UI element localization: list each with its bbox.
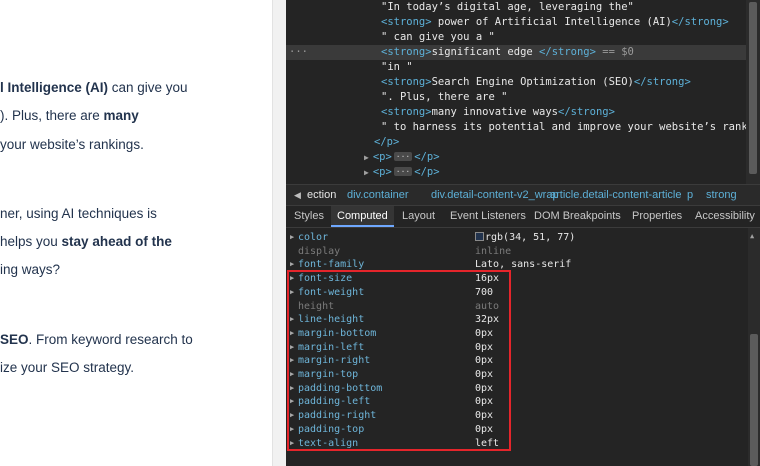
sidebar-tabs: Styles Computed Layout Event Listeners D… [286, 206, 760, 228]
more-actions-icon[interactable]: ··· [289, 45, 308, 60]
breadcrumb-div-detail-wrap[interactable]: div.detail-content-v2_wrap [431, 185, 559, 205]
prop-value-text: rgb(34, 51, 77) [485, 232, 576, 243]
dom-p-node[interactable]: ▶ <p> ··· </p> [286, 165, 746, 180]
dom-text-node[interactable]: " can give you a " [286, 30, 746, 45]
dom-close-p[interactable]: </p> [286, 135, 746, 150]
scroll-up-icon[interactable]: ▲ [750, 232, 754, 240]
article-line-4: ner, using AI techniques is [0, 206, 157, 221]
dom-text-node[interactable]: " to harness its potential and improve y… [286, 120, 760, 135]
collapsed-ellipsis-icon[interactable]: ··· [393, 167, 413, 176]
article-line-2: ). Plus, there are many [0, 108, 139, 123]
collapsed-ellipsis-icon[interactable]: ··· [393, 152, 413, 161]
article-line-3: your website’s rankings. [0, 137, 144, 152]
computed-prop-display[interactable]: display inline [286, 245, 746, 259]
article-line-6: ing ways? [0, 262, 61, 277]
breadcrumb-article[interactable]: article.detail-content-article [550, 185, 681, 205]
computed-prop-color[interactable]: ▶ color rgb(34, 51, 77) [286, 231, 746, 245]
breadcrumb-section[interactable]: ection [307, 185, 336, 205]
dom-breadcrumbs: ◀ ection div.container div.detail-conten… [286, 184, 760, 206]
computed-scrollbar[interactable]: ▲ [748, 228, 760, 466]
dom-selected-node[interactable]: ··· <strong>significant edge </strong> ==… [286, 45, 746, 60]
article-line-8: ize your SEO strategy. [0, 360, 135, 375]
color-swatch-icon[interactable] [475, 232, 484, 241]
scrollbar-thumb[interactable] [750, 334, 758, 466]
prop-name: color [298, 232, 329, 243]
dom-p-node[interactable]: ▶ <p> ··· </p> [286, 150, 746, 165]
prop-value-text: inline [475, 245, 512, 257]
prop-value: inline [475, 245, 511, 259]
article-line-5: helps you stay ahead of the [0, 234, 172, 249]
elements-tree[interactable]: "In today’s digital age, leveraging the"… [286, 0, 760, 184]
dom-text-node[interactable]: "In today’s digital age, leveraging the" [286, 0, 746, 15]
breadcrumb-scroll-left-icon[interactable]: ◀ [294, 185, 301, 205]
scrollbar-thumb[interactable] [749, 2, 757, 174]
dom-text-node[interactable]: "in " [286, 60, 746, 75]
dom-strong-node[interactable]: <strong> power of Artificial Intelligenc… [286, 15, 746, 30]
dom-strong-node[interactable]: <strong>many innovative ways</strong> [286, 105, 746, 120]
prop-value-text: Lato, sans-serif [475, 259, 572, 271]
prop-value: rgb(34, 51, 77) [475, 231, 575, 245]
tab-dom-breakpoints[interactable]: DOM Breakpoints [528, 206, 627, 227]
expand-triangle-icon[interactable]: ▶ [364, 153, 369, 162]
article-line-7: SEO. From keyword research to [0, 332, 193, 347]
expand-triangle-icon[interactable]: ▶ [364, 168, 369, 177]
tab-computed[interactable]: Computed [331, 206, 394, 227]
tab-properties[interactable]: Properties [626, 206, 688, 227]
tab-accessibility[interactable]: Accessibility [689, 206, 760, 227]
webpage-content: l Intelligence (AI) can give you ). Plus… [0, 0, 272, 466]
expand-triangle-icon[interactable]: ▶ [290, 231, 294, 245]
breadcrumb-p[interactable]: p [687, 185, 693, 205]
breadcrumb-strong[interactable]: strong [706, 185, 737, 205]
tab-layout[interactable]: Layout [396, 206, 441, 227]
devtools-resize-handle[interactable] [272, 0, 286, 466]
tab-event-listeners[interactable]: Event Listeners [444, 206, 532, 227]
dom-strong-node[interactable]: <strong>Search Engine Optimization (SEO)… [286, 75, 746, 90]
breadcrumb-div-container[interactable]: div.container [347, 185, 409, 205]
highlight-annotation-box [287, 270, 511, 451]
prop-name: display [298, 245, 341, 257]
tab-styles[interactable]: Styles [288, 206, 330, 227]
article-line-1: l Intelligence (AI) can give you [0, 80, 188, 95]
elements-scrollbar[interactable] [746, 0, 760, 184]
dom-text-node[interactable]: ". Plus, there are " [286, 90, 746, 105]
